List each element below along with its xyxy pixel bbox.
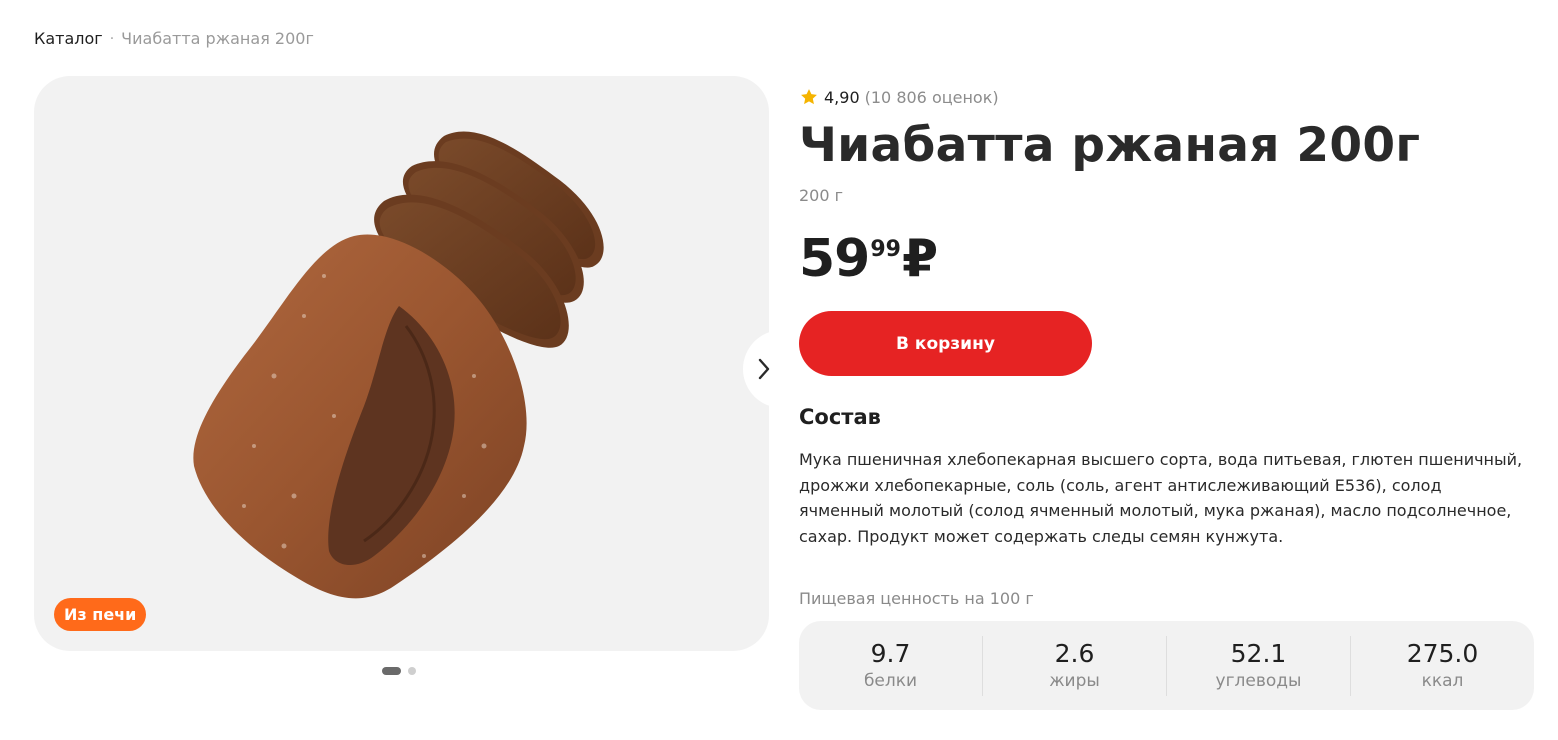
nutrition-value: 52.1	[1230, 638, 1287, 668]
nutrition-name: жиры	[1049, 670, 1100, 691]
nutrition-protein: 9.7 белки	[799, 635, 983, 696]
star-icon	[801, 89, 817, 105]
rating-value: 4,90	[824, 87, 860, 107]
breadcrumb-current: Чиабатта ржаная 200г	[121, 29, 314, 48]
nutrition-fat: 2.6 жиры	[983, 635, 1167, 696]
rating-count: (10 806 оценок)	[864, 87, 999, 107]
product-image	[193, 131, 604, 599]
product-weight: 200 г	[799, 186, 844, 205]
nutrition-name: ккал	[1421, 670, 1464, 691]
nutrition-table: 9.7 белки 2.6 жиры 52.1 углеводы 275.0 к…	[799, 621, 1534, 710]
gallery-next-button[interactable]	[752, 354, 776, 384]
nutrition-label: Пищевая ценность на 100 г	[799, 589, 1034, 608]
breadcrumb-catalog-link[interactable]: Каталог	[34, 29, 103, 48]
price-currency: ₽	[902, 229, 939, 289]
price-fraction: 99	[870, 237, 901, 262]
nutrition-name: углеводы	[1215, 670, 1302, 691]
nutrition-value: 9.7	[870, 638, 911, 668]
nutrition-kcal: 275.0 ккал	[1351, 636, 1534, 696]
product-price: 59 99 ₽	[799, 224, 938, 294]
nutrition-carbs: 52.1 углеводы	[1167, 635, 1351, 696]
nutrition-value: 275.0	[1406, 638, 1479, 668]
breadcrumb: Каталог · Чиабатта ржаная 200г	[34, 29, 314, 48]
composition-title: Состав	[799, 405, 881, 429]
gallery-pagination	[382, 667, 416, 675]
oven-badge: Из печи	[54, 598, 147, 631]
add-to-cart-button[interactable]: В корзину	[799, 311, 1092, 376]
composition-text: Мука пшеничная хлебопекарная высшего сор…	[799, 450, 1523, 546]
product-gallery: Из печи	[34, 76, 769, 651]
nutrition-name: белки	[863, 670, 918, 691]
gallery-dot-1[interactable]	[382, 667, 401, 675]
nutrition-value: 2.6	[1054, 638, 1095, 668]
product-title: Чиабатта ржаная 200г	[799, 118, 1421, 173]
price-integer: 59	[799, 229, 870, 289]
breadcrumb-separator: ·	[109, 30, 115, 47]
gallery-dot-2[interactable]	[408, 667, 416, 675]
chevron-right-icon	[758, 358, 770, 380]
product-rating[interactable]: 4,90 (10 806 оценок)	[799, 87, 999, 107]
